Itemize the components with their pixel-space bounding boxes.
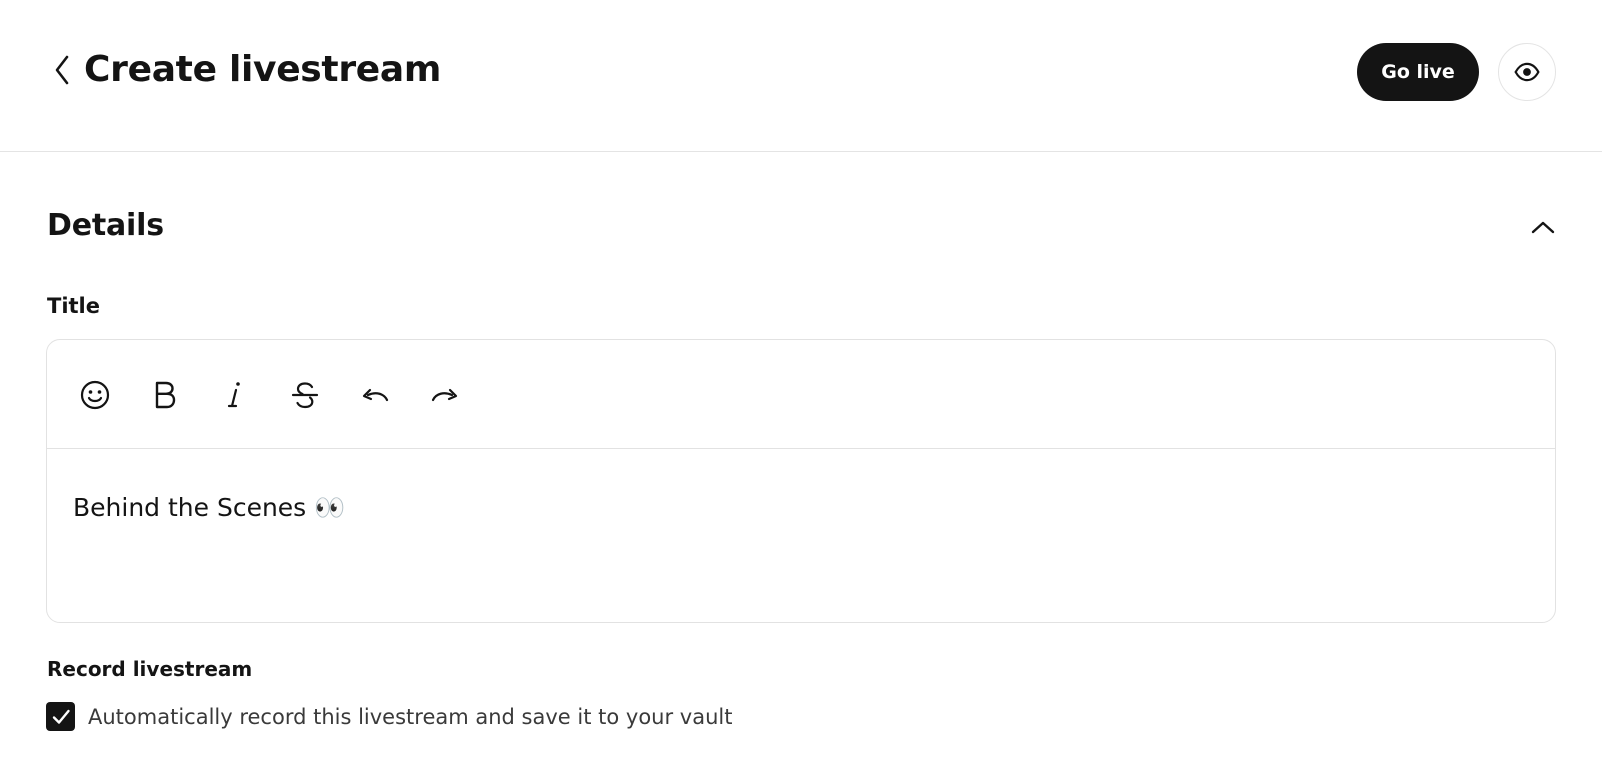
page-header: Create livestream Go live bbox=[0, 0, 1602, 152]
editor-toolbar bbox=[47, 340, 1555, 449]
bold-button[interactable] bbox=[145, 375, 185, 415]
collapse-details-button[interactable] bbox=[1528, 214, 1558, 240]
emoji-button[interactable] bbox=[75, 375, 115, 415]
smiley-icon bbox=[80, 380, 110, 410]
record-checkbox-label[interactable]: Automatically record this livestream and… bbox=[88, 703, 732, 731]
title-field-label: Title bbox=[47, 294, 101, 318]
record-option: Automatically record this livestream and… bbox=[46, 702, 732, 731]
details-section-title: Details bbox=[47, 208, 164, 243]
page-title: Create livestream bbox=[84, 49, 442, 90]
strikethrough-icon bbox=[291, 382, 319, 409]
title-editor: Behind the Scenes 👀 bbox=[46, 339, 1556, 623]
strikethrough-button[interactable] bbox=[285, 375, 325, 415]
undo-icon bbox=[362, 388, 389, 402]
title-input[interactable]: Behind the Scenes 👀 bbox=[73, 492, 345, 524]
eye-icon bbox=[1514, 62, 1540, 82]
checkmark-icon bbox=[52, 709, 70, 724]
back-button[interactable] bbox=[50, 52, 74, 88]
bold-icon bbox=[155, 381, 176, 409]
chevron-left-icon bbox=[55, 55, 69, 85]
italic-icon bbox=[227, 382, 240, 408]
italic-button[interactable] bbox=[215, 375, 255, 415]
record-checkbox[interactable] bbox=[46, 702, 75, 731]
redo-icon bbox=[431, 388, 458, 402]
record-livestream-label: Record livestream bbox=[47, 657, 253, 681]
go-live-button[interactable]: Go live bbox=[1357, 43, 1479, 101]
chevron-up-icon bbox=[1531, 221, 1555, 234]
preview-button[interactable] bbox=[1498, 43, 1556, 101]
undo-button[interactable] bbox=[355, 375, 395, 415]
redo-button[interactable] bbox=[425, 375, 465, 415]
